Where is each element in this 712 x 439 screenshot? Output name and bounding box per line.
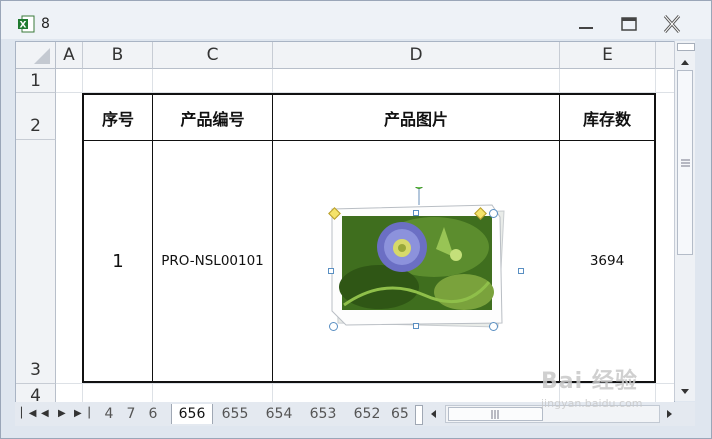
cell-product-code[interactable]: PRO-NSL00101 [153, 141, 272, 381]
scroll-left-icon[interactable] [429, 409, 439, 419]
header-index[interactable]: 序号 [84, 95, 152, 140]
column-header-f[interactable] [656, 42, 674, 69]
row-header-3[interactable]: 3 [16, 140, 56, 384]
watermark-logo: Bai 经验 [541, 369, 638, 394]
scroll-up-icon[interactable] [679, 58, 691, 68]
prev-sheet-icon[interactable]: ◀ [41, 408, 49, 419]
excel-icon: X [18, 15, 35, 33]
grip-icon [491, 410, 499, 419]
row-header-1[interactable]: 1 [16, 69, 56, 93]
last-sheet-icon[interactable]: ▶▕ [74, 408, 89, 419]
first-sheet-icon[interactable]: ▏◀ [21, 408, 36, 419]
tab-split-handle[interactable] [415, 405, 423, 425]
watermark-url: jingyan.baidu.com [541, 397, 643, 410]
resize-handle[interactable] [328, 268, 334, 274]
excel-window: X 8 A B C D E 1 2 3 4 序号 产品编号 产品图片 库存数 1… [0, 0, 712, 439]
svg-text:X: X [20, 21, 27, 31]
vertical-scrollbar[interactable] [674, 41, 695, 401]
product-table: 序号 产品编号 产品图片 库存数 1 PRO-NSL00101 3694 [82, 93, 656, 383]
scroll-right-icon[interactable] [664, 409, 674, 419]
sheet-tab[interactable]: 653 [305, 404, 341, 424]
spreadsheet-grid[interactable]: A B C D E 1 2 3 4 序号 产品编号 产品图片 库存数 1 PRO… [15, 41, 675, 403]
sheet-tab-active[interactable]: 656 [171, 404, 213, 424]
watermark: Bai 经验 jingyan.baidu.com [541, 363, 643, 410]
column-header-e[interactable]: E [560, 42, 656, 69]
select-all-icon [34, 48, 50, 64]
sheet-tab[interactable]: 6 [143, 404, 163, 424]
sheet-tab[interactable]: 65 [391, 404, 413, 424]
window-title: 8 [41, 16, 50, 32]
resize-handle[interactable] [489, 209, 498, 218]
column-header-b[interactable]: B [83, 42, 153, 69]
product-image[interactable] [324, 187, 514, 337]
header-stock[interactable]: 库存数 [560, 95, 654, 140]
sheet-tab[interactable]: 4 [99, 404, 119, 424]
resize-handle[interactable] [518, 268, 524, 274]
grip-icon [681, 159, 690, 167]
resize-handle[interactable] [413, 210, 419, 216]
sheet-tab[interactable]: 654 [261, 404, 297, 424]
close-icon[interactable] [659, 13, 685, 35]
minimize-icon[interactable] [573, 13, 599, 35]
column-header-c[interactable]: C [153, 42, 273, 69]
column-header-a[interactable]: A [56, 42, 83, 69]
split-box[interactable] [677, 43, 695, 51]
next-sheet-icon[interactable]: ▶ [58, 408, 66, 419]
resize-handle[interactable] [329, 322, 338, 331]
scroll-down-icon[interactable] [679, 387, 691, 397]
scroll-thumb[interactable] [677, 70, 693, 255]
sheet-tab[interactable]: 652 [349, 404, 385, 424]
resize-handle[interactable] [413, 323, 419, 329]
title-bar: X 8 [1, 1, 711, 39]
sheet-tab[interactable]: 655 [217, 404, 253, 424]
resize-handle[interactable] [489, 322, 498, 331]
row-header-2[interactable]: 2 [16, 93, 56, 140]
header-product-code[interactable]: 产品编号 [153, 95, 272, 140]
column-header-d[interactable]: D [273, 42, 560, 69]
row-header-4[interactable]: 4 [16, 384, 56, 402]
select-all-corner[interactable] [16, 42, 56, 69]
hscroll-thumb[interactable] [448, 407, 543, 421]
cell-stock[interactable]: 3694 [560, 141, 654, 381]
sheet-tab[interactable]: 7 [121, 404, 141, 424]
header-product-image[interactable]: 产品图片 [273, 95, 559, 140]
cell-index[interactable]: 1 [84, 141, 152, 381]
restore-icon[interactable] [616, 13, 642, 35]
